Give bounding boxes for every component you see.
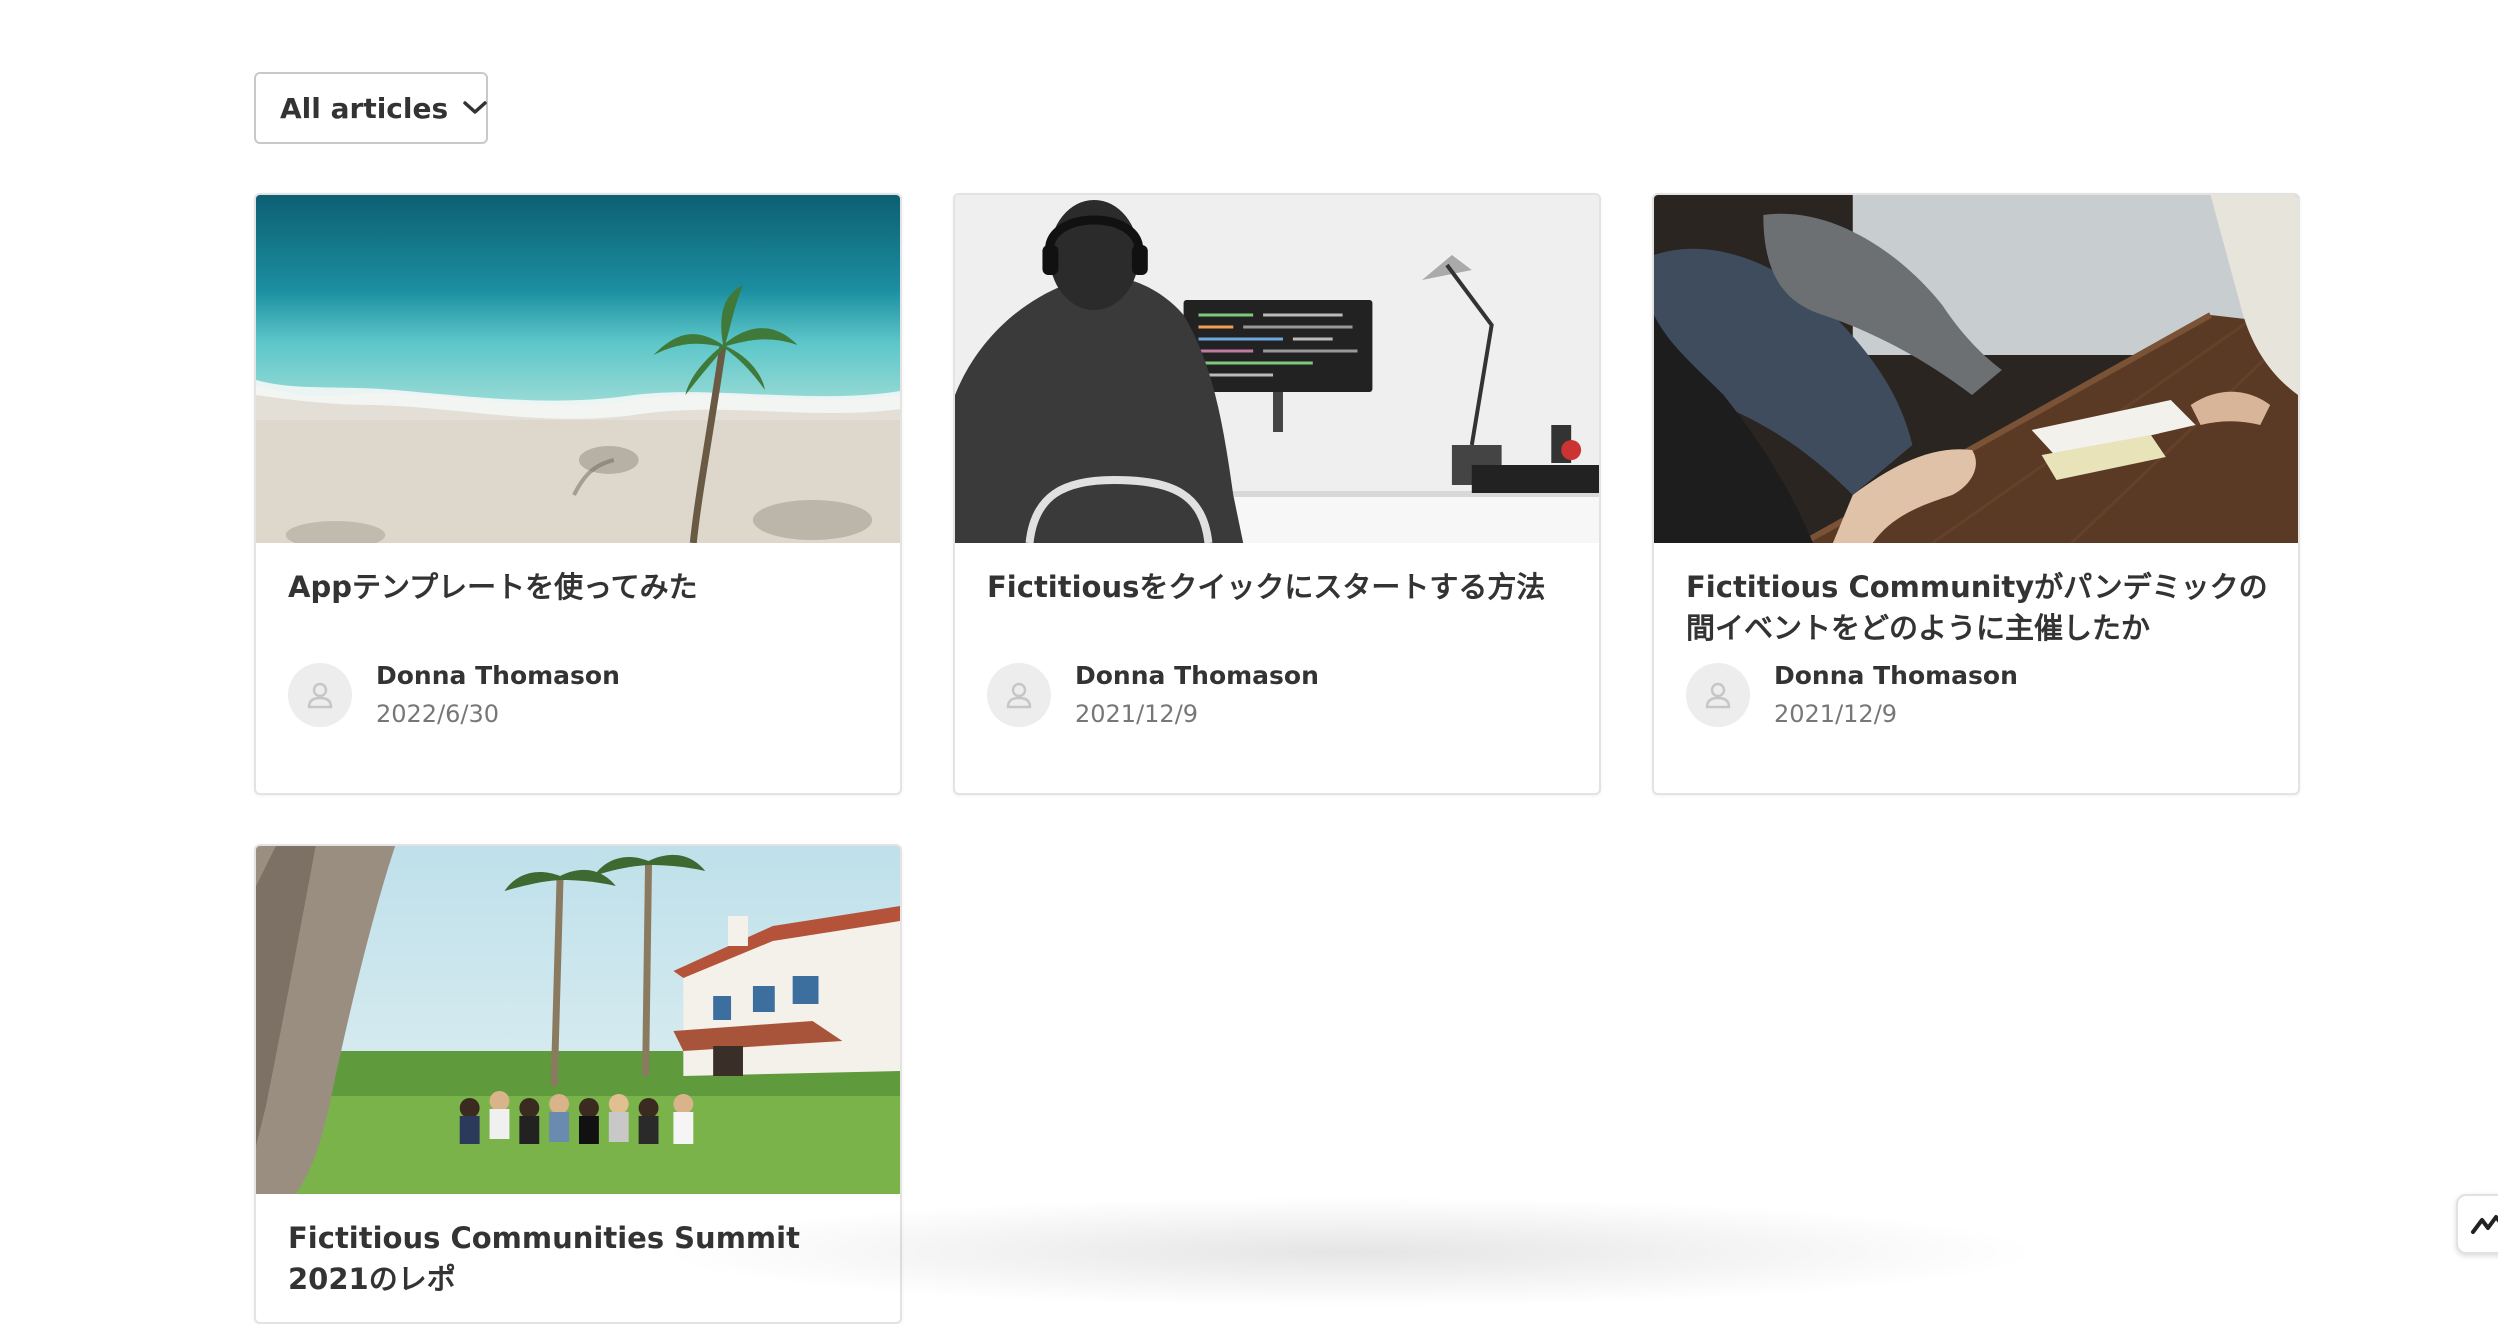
wave-logo-icon	[2471, 1215, 2498, 1234]
post-date: 2022/6/30	[376, 700, 500, 728]
article-image-lawn	[256, 846, 900, 1194]
article-title[interactable]: Fictitious Communityがパンデミックの間イベントをどのように主…	[1686, 567, 2276, 649]
article-image-beach	[256, 195, 900, 543]
article-author: Donna Thomason 2022/6/30	[288, 660, 620, 730]
filter-label: All articles	[280, 91, 449, 125]
avatar	[288, 663, 352, 727]
article-image-meeting	[1654, 195, 2298, 543]
user-icon	[1705, 682, 1731, 709]
article-author: Donna Thomason 2021/12/9	[1686, 660, 2018, 730]
user-icon	[1006, 682, 1032, 709]
article-card[interactable]: Fictitiousをクイックにスタートする方法 Donna Thomason …	[953, 193, 1601, 795]
article-card[interactable]: Fictitious Communityがパンデミックの間イベントをどのように主…	[1652, 193, 2300, 795]
article-image-developer	[955, 195, 1599, 543]
post-date: 2021/12/9	[1075, 700, 1199, 728]
article-card[interactable]: Fictitious Communities Summit 2021のレポ	[254, 844, 902, 1324]
author-name: Donna Thomason	[1075, 661, 1319, 690]
article-author: Donna Thomason 2021/12/9	[987, 660, 1319, 730]
chat-widget-button[interactable]	[2456, 1194, 2498, 1254]
author-name: Donna Thomason	[1774, 661, 2018, 690]
article-title[interactable]: Appテンプレートを使ってみた	[288, 567, 878, 608]
post-date: 2021/12/9	[1774, 700, 1898, 728]
user-icon	[307, 682, 333, 709]
article-filter-dropdown[interactable]: All articles	[254, 72, 488, 144]
author-name: Donna Thomason	[376, 661, 620, 690]
article-title[interactable]: Fictitious Communities Summit 2021のレポ	[288, 1218, 878, 1300]
avatar	[1686, 663, 1750, 727]
article-card[interactable]: Appテンプレートを使ってみた Donna Thomason 2022/6/30	[254, 193, 902, 795]
article-title[interactable]: Fictitiousをクイックにスタートする方法	[987, 567, 1577, 608]
avatar	[987, 663, 1051, 727]
chevron-down-icon	[462, 94, 488, 122]
